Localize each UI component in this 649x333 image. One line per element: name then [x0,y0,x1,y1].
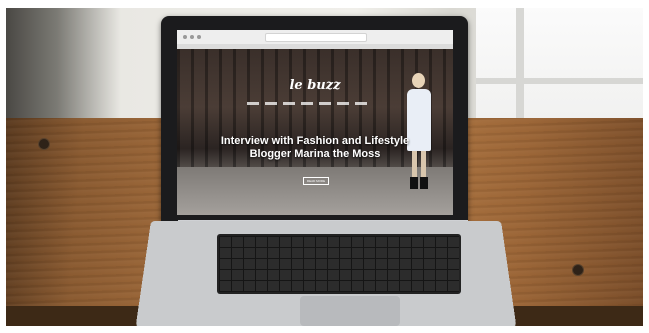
article-headline: Interview with Fashion and Lifestyle Blo… [220,135,410,160]
browser-toolbar [177,30,453,45]
keyboard [217,234,461,294]
address-bar [265,33,367,42]
trackpad [300,296,400,326]
laptop-screen: le buzz Interview with Fashion and Lifes… [177,30,453,215]
site-logo: le buzz [289,78,341,93]
hero-image [177,49,453,215]
photo: le buzz Interview with Fashion and Lifes… [6,8,643,326]
read-more-button: READ MORE [303,177,329,185]
site-nav [247,102,367,105]
